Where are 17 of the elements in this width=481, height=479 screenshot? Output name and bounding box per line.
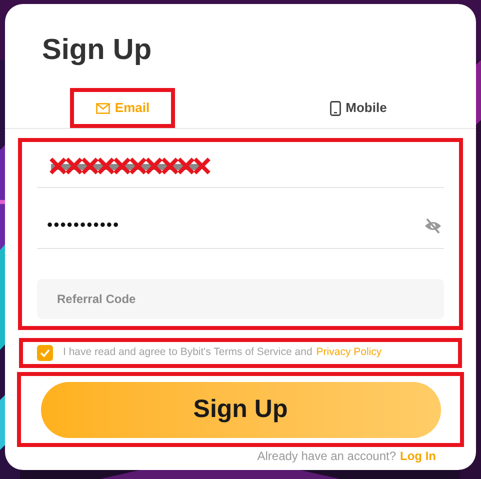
page-title: Sign Up — [42, 33, 152, 68]
account-prompt: Already have an account? — [257, 448, 396, 465]
tab[interactable]: Email — [96, 96, 150, 120]
password-value: ••••••••••• — [47, 216, 120, 236]
privacy-policy-link[interactable]: Privacy Policy — [316, 345, 382, 361]
checkmark-icon — [40, 349, 50, 357]
phone-icon — [330, 100, 341, 116]
eye-slash-icon[interactable] — [424, 218, 442, 234]
referral-code-field[interactable]: Referral Code — [37, 279, 444, 319]
log-in-link[interactable]: Log In — [400, 447, 436, 465]
agree-checkbox[interactable] — [37, 345, 53, 361]
referral-code-placeholder: Referral Code — [57, 291, 136, 308]
envelope-icon — [96, 102, 110, 114]
sign-up-button[interactable]: Sign Up — [40, 382, 440, 438]
password-field[interactable]: ••••••••••• — [37, 204, 444, 249]
agreement-text: I have read and agree to Bybit's Terms of Service and — [63, 345, 312, 360]
tab[interactable]: Mobile — [330, 96, 387, 120]
